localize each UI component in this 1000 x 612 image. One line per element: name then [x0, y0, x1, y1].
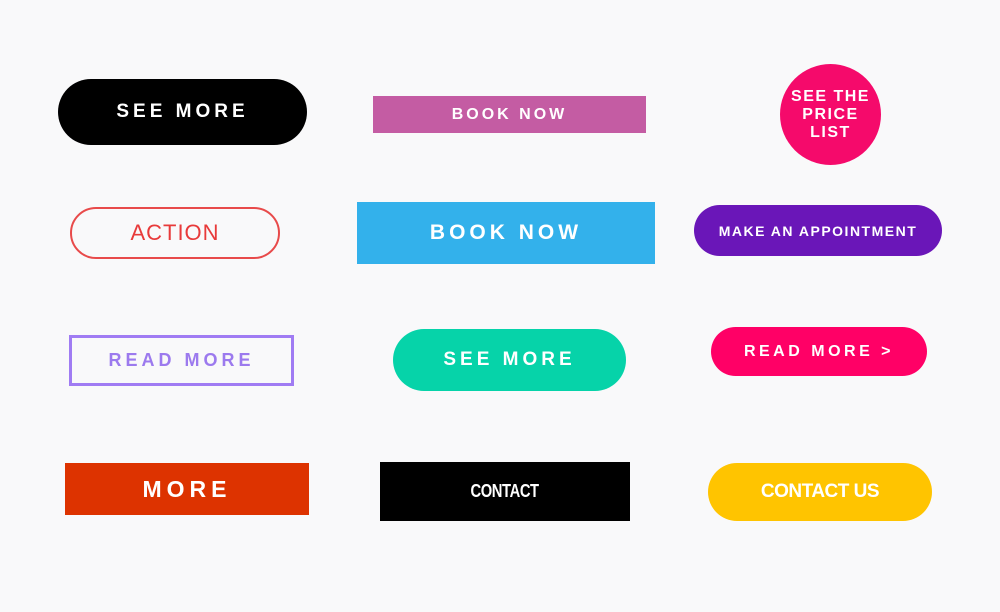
price-list-label-line-2: PRICE [802, 105, 859, 123]
make-appointment-button[interactable]: MAKE AN APPOINTMENT [694, 205, 942, 256]
read-more-label: READ MORE > [743, 342, 895, 360]
book-now-button-pink[interactable]: BOOK NOW [373, 96, 646, 133]
read-more-button-pink[interactable]: READ MORE > [711, 327, 927, 376]
read-more-button-outline[interactable]: READ MORE [69, 335, 294, 386]
read-more-label: READ MORE [108, 350, 255, 370]
see-more-button-black[interactable]: SEE MORE [58, 79, 307, 145]
contact-button-black[interactable]: CONTACT [380, 462, 630, 521]
make-appointment-label: MAKE AN APPOINTMENT [718, 222, 918, 239]
see-more-label: SEE MORE [116, 101, 249, 122]
more-button-red[interactable]: MORE [65, 463, 309, 515]
see-price-list-button[interactable]: SEE THE PRICE LIST [780, 64, 881, 165]
contact-us-button-yellow[interactable]: CONTACT US [708, 463, 932, 521]
book-now-button-blue[interactable]: BOOK NOW [357, 202, 655, 264]
contact-us-label: CONTACT US [760, 481, 880, 502]
more-label: MORE [142, 475, 232, 502]
action-button-outline[interactable]: ACTION [70, 207, 280, 259]
book-now-label: BOOK NOW [429, 221, 583, 244]
see-more-label: SEE MORE [443, 349, 576, 370]
book-now-label: BOOK NOW [451, 105, 568, 123]
price-list-label-line-1: SEE THE [791, 87, 870, 105]
contact-label: CONTACT [470, 481, 540, 501]
see-more-button-green[interactable]: SEE MORE [393, 329, 626, 391]
price-list-label-line-3: LIST [810, 123, 851, 141]
action-label: ACTION [130, 220, 220, 245]
